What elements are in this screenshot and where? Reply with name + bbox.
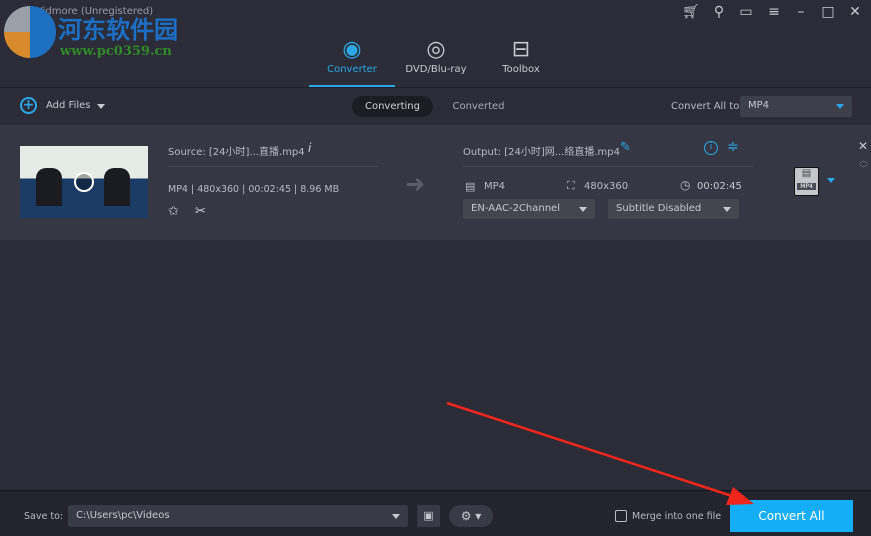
annotation-arrow: [446, 401, 754, 505]
